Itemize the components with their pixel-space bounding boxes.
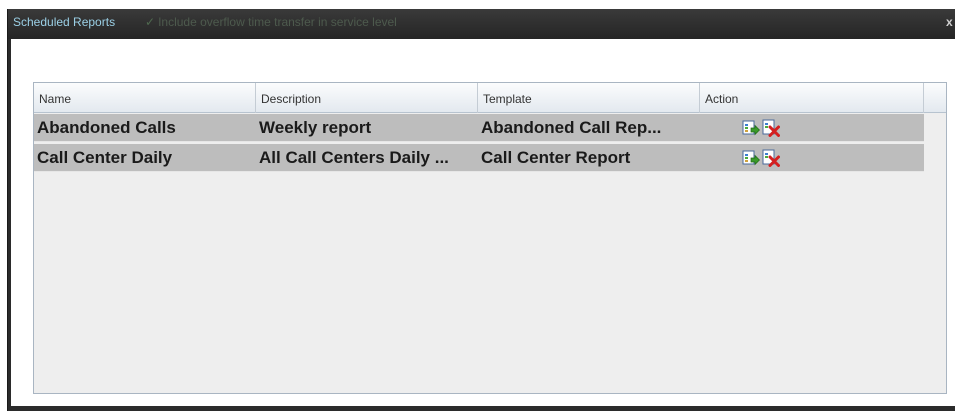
run-report-icon[interactable] [742, 149, 760, 167]
dialog-titlebar[interactable]: Scheduled Reports ✓ Include overflow time… [8, 9, 955, 39]
scheduled-reports-dialog: Scheduled Reports ✓ Include overflow time… [7, 9, 955, 411]
cell-description: All Call Centers Daily ... [259, 148, 449, 167]
close-button[interactable]: x [946, 15, 955, 29]
cell-action [700, 114, 924, 142]
table-row[interactable]: Call Center Daily All Call Centers Daily… [34, 144, 924, 172]
check-icon: ✓ [145, 15, 156, 29]
cell-action [700, 144, 924, 172]
grid-header: Name Description Template Action [34, 83, 946, 113]
column-menu-header[interactable] [924, 83, 946, 113]
column-header-template[interactable]: Template [478, 83, 700, 113]
delete-report-icon[interactable] [762, 149, 780, 167]
dialog-body: Name Description Template Action Abandon… [11, 39, 955, 406]
reports-grid: Name Description Template Action Abandon… [33, 82, 947, 394]
background-option-text: ✓ Include overflow time transfer in servi… [145, 15, 397, 29]
cell-description: Weekly report [259, 118, 372, 137]
cell-template: Abandoned Call Rep... [481, 118, 662, 137]
background-option-label: Include overflow time transfer in servic… [158, 15, 397, 29]
cell-name: Abandoned Calls [37, 118, 176, 137]
cell-name: Call Center Daily [37, 148, 173, 167]
screen: Scheduled Reports ✓ Include overflow time… [0, 0, 955, 411]
cell-template: Call Center Report [481, 148, 631, 167]
table-row[interactable]: Abandoned Calls Weekly report Abandoned … [34, 114, 924, 142]
dialog-title: Scheduled Reports [13, 15, 116, 29]
column-header-name[interactable]: Name [34, 83, 256, 113]
column-header-description[interactable]: Description [256, 83, 478, 113]
column-header-action[interactable]: Action [700, 83, 924, 113]
delete-report-icon[interactable] [762, 119, 780, 137]
run-report-icon[interactable] [742, 119, 760, 137]
